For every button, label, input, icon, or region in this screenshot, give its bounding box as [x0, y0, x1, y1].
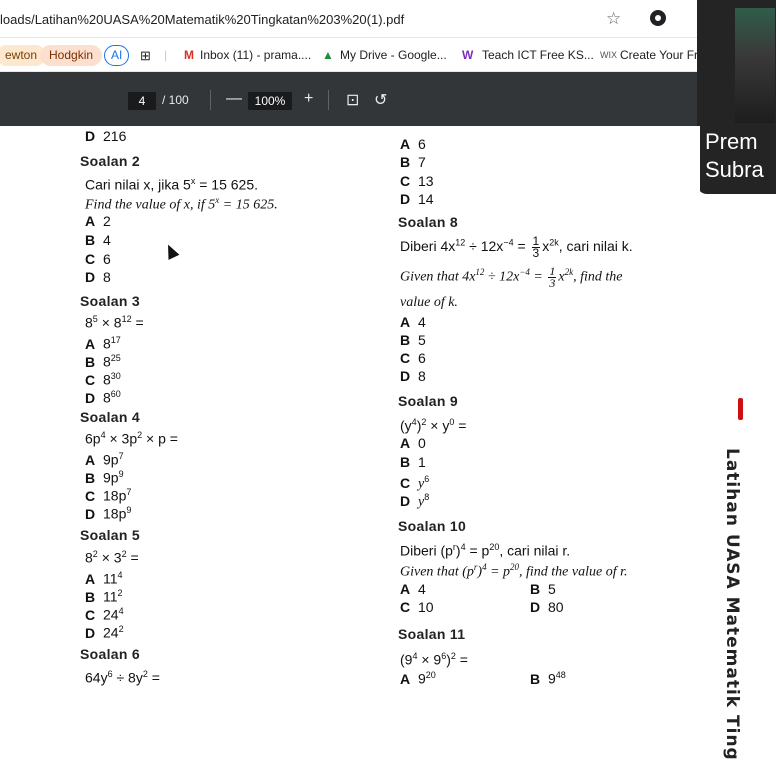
option: A0	[400, 435, 426, 451]
option: B 9p9	[85, 469, 124, 486]
toolbar-divider	[210, 90, 211, 110]
question-2-en: Find the value of x, if 5x = 15 625.	[85, 195, 278, 213]
option: C 18p7	[85, 487, 132, 504]
option: B 825	[85, 353, 121, 370]
option: C6	[85, 251, 111, 267]
soalan-8-heading: Soalan 8	[398, 214, 458, 230]
address-bar[interactable]: loads/Latihan%20UASA%20Matematik%20Tingk…	[0, 0, 776, 38]
option: D 18p9	[85, 505, 132, 522]
page-total: / 100	[162, 93, 189, 107]
option: B 112	[85, 588, 123, 605]
option: B 948	[530, 670, 566, 687]
soalan-4-heading: Soalan 4	[80, 409, 140, 425]
question-8-ms: Diberi 4x12 ÷ 12x−4 = 1 3 x2k, cari nilai …	[400, 234, 633, 260]
bookmark-hodgkin[interactable]: Hodgkin	[40, 45, 103, 66]
option: B7	[400, 154, 426, 170]
question-11: (94 × 96)2 =	[400, 651, 468, 668]
option: B1	[400, 454, 426, 470]
option: D 860	[85, 389, 121, 406]
option: A 920	[400, 670, 436, 687]
zoom-in-button[interactable]: +	[304, 90, 313, 108]
participant-video	[735, 8, 775, 123]
option: B5	[530, 581, 556, 597]
soalan-9-heading: Soalan 9	[398, 393, 458, 409]
wix-icon: WIX	[600, 50, 617, 60]
question-3: 85 × 812 =	[85, 314, 144, 331]
option: A4	[400, 581, 426, 597]
question-4: 6p4 × 3p2 × p =	[85, 430, 178, 447]
option: D8	[400, 368, 426, 384]
question-2-ms: Cari nilai x, jika 5x = 15 625.	[85, 176, 258, 193]
option: A 114	[85, 570, 123, 587]
soalan-6-heading: Soalan 6	[80, 646, 140, 662]
fit-page-icon[interactable]: ⊡	[346, 90, 359, 110]
option: A 9p7	[85, 451, 124, 468]
question-6: 64y6 ÷ 8y2 =	[85, 669, 160, 686]
drive-icon: ▲	[322, 48, 334, 62]
bookmark-teachict[interactable]: Teach ICT Free KS...	[482, 48, 594, 62]
option: C6	[400, 350, 426, 366]
option: A6	[400, 136, 426, 152]
option: Dy8	[400, 492, 430, 510]
apps-grid-icon[interactable]: ⊞	[140, 48, 151, 64]
soalan-2-heading: Soalan 2	[80, 153, 140, 169]
option: A2	[85, 213, 111, 229]
question-9: (y4)2 × y0 =	[400, 417, 467, 434]
rotate-icon[interactable]: ↺	[374, 90, 387, 110]
soalan-5-heading: Soalan 5	[80, 527, 140, 543]
vertical-title: Latihan UASA Matematik Ting	[722, 448, 742, 761]
star-icon[interactable]: ☆	[606, 9, 621, 29]
option: D 80	[530, 599, 564, 615]
question-10-ms: Diberi (pr)4 = p20, cari nilai r.	[400, 542, 571, 559]
video-call-tile[interactable]: Prem Subra	[697, 0, 776, 194]
bookmark-drive[interactable]: My Drive - Google...	[340, 48, 447, 62]
soalan-11-heading: Soalan 11	[398, 626, 466, 642]
bookmark-create[interactable]: Create Your Fr	[620, 48, 698, 62]
option: C 13	[400, 173, 434, 189]
page-marker	[738, 398, 743, 420]
participant-name: Prem Subra	[705, 129, 764, 182]
option: D 242	[85, 624, 124, 641]
gmail-icon: M	[184, 48, 194, 62]
option: Cy6	[400, 474, 430, 492]
option: A 817	[85, 335, 121, 352]
option: B4	[85, 232, 111, 248]
pdf-page: D 216 Soalan 2 Cari nilai x, jika 5x = 15…	[0, 126, 700, 687]
soalan-3-heading: Soalan 3	[80, 293, 140, 309]
question-8-en: Given that 4x12 ÷ 12x−4 = 1 3 x2k, find th…	[400, 264, 623, 290]
toolbar-divider	[328, 90, 329, 110]
url-text[interactable]: loads/Latihan%20UASA%20Matematik%20Tingk…	[0, 12, 404, 27]
option: B5	[400, 332, 426, 348]
zoom-out-button[interactable]: —	[226, 90, 242, 108]
question-8-en-2: value of k.	[400, 295, 458, 310]
option: C 10	[400, 599, 434, 615]
extension-icon[interactable]	[650, 10, 666, 26]
bookmark-divider: |	[164, 48, 168, 62]
option: D8	[85, 269, 111, 285]
bookmarks-bar: ewton Hodgkin AI ⊞ | M Inbox (11) - pram…	[0, 40, 776, 72]
bookmark-ai[interactable]: AI	[104, 45, 130, 66]
option: C 830	[85, 371, 121, 388]
zoom-input[interactable]: 100%	[248, 92, 292, 110]
option: C 244	[85, 606, 124, 623]
pdf-toolbar: 4 / 100 — 100% + ⊡ ↺	[0, 72, 776, 126]
soalan-10-heading: Soalan 10	[398, 518, 467, 534]
question-5: 82 × 32 =	[85, 549, 139, 566]
page-number-input[interactable]: 4	[128, 92, 156, 110]
question-10-en: Given that (pr)4 = p20, find the value o…	[400, 562, 628, 580]
teachict-icon: W	[462, 48, 474, 62]
option: A4	[400, 314, 426, 330]
bookmark-inbox[interactable]: Inbox (11) - prama....	[200, 48, 311, 62]
option: D 14	[400, 191, 434, 207]
